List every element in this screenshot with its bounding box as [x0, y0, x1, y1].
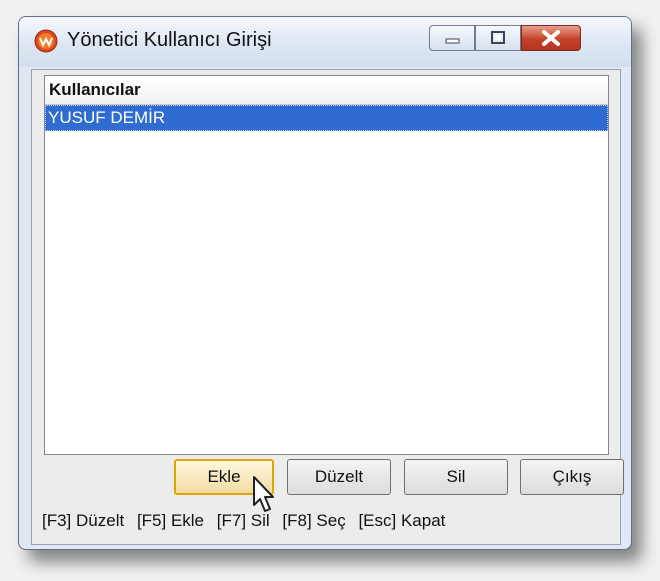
shortcut-close: [Esc] Kapat [358, 511, 446, 530]
edit-button[interactable]: Düzelt [287, 459, 391, 495]
shortcut-bar: [F3] Düzelt [F5] Ekle [F7] Sil [F8] Seç … [34, 504, 618, 538]
close-icon [542, 30, 560, 46]
content-panel: Kullanıcılar YUSUF DEMİR Ekle Düzelt Sil… [31, 69, 624, 545]
list-header[interactable]: Kullanıcılar [45, 76, 608, 105]
shortcut-edit: [F3] Düzelt [42, 511, 125, 530]
maximize-button[interactable] [475, 25, 521, 51]
maximize-icon [491, 31, 505, 44]
close-button[interactable] [521, 25, 581, 51]
app-logo-icon [34, 29, 58, 53]
minimize-button[interactable] [429, 25, 475, 51]
mouse-pointer-icon [253, 476, 274, 512]
exit-button[interactable]: Çıkış [520, 459, 624, 495]
login-window: Yönetici Kullanıcı Girişi Kullanıcılar Y… [18, 16, 632, 550]
title-bar[interactable]: Yönetici Kullanıcı Girişi [19, 17, 631, 67]
delete-button[interactable]: Sil [404, 459, 508, 495]
user-list[interactable]: Kullanıcılar YUSUF DEMİR [44, 75, 609, 455]
window-title: Yönetici Kullanıcı Girişi [67, 29, 272, 51]
minimize-icon [445, 38, 460, 44]
list-item[interactable]: YUSUF DEMİR [45, 105, 608, 131]
shortcut-add: [F5] Ekle [136, 511, 205, 530]
shortcut-select: [F8] Seç [282, 511, 346, 530]
